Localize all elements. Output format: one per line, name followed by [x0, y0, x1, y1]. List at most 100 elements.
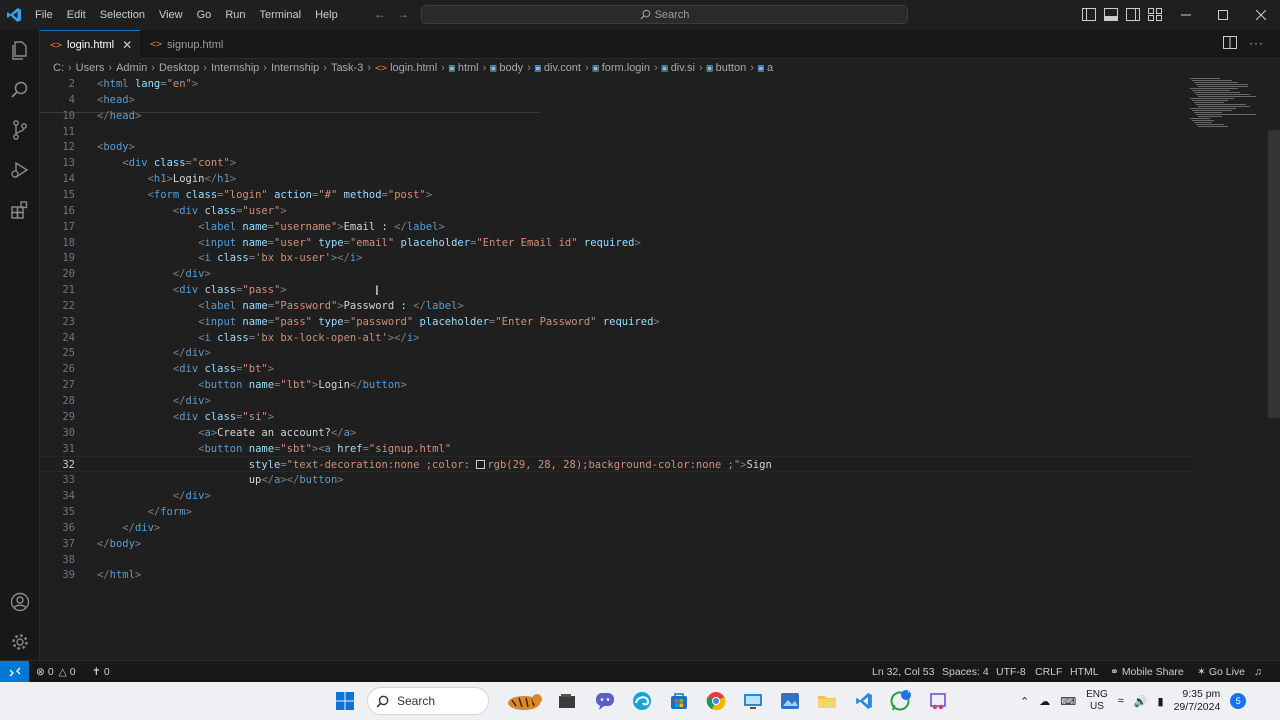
- vscode-taskbar-icon[interactable]: [852, 689, 876, 713]
- breadcrumb-item[interactable]: button: [716, 62, 747, 74]
- code-line[interactable]: 12 <body>: [40, 139, 1190, 155]
- code-line[interactable]: 21 <div class="pass">: [40, 282, 1190, 298]
- end-of-line[interactable]: CRLF: [1035, 661, 1062, 682]
- source-control-icon[interactable]: [0, 110, 40, 150]
- color-swatch[interactable]: [476, 460, 486, 470]
- breadcrumb-item[interactable]: C:: [53, 62, 64, 74]
- breadcrumb-item[interactable]: form.login: [602, 62, 650, 74]
- toggle-panel-icon[interactable]: [1104, 8, 1120, 22]
- ports-indicator[interactable]: ✝ 0: [92, 661, 110, 682]
- menu-run[interactable]: Run: [218, 0, 252, 30]
- battery-icon[interactable]: ▮: [1158, 695, 1164, 708]
- more-actions-icon[interactable]: ···: [1249, 36, 1264, 52]
- chrome-browser-icon[interactable]: [704, 689, 728, 713]
- extensions-icon[interactable]: [0, 190, 40, 230]
- tab-signup-html[interactable]: <> signup.html: [140, 30, 240, 59]
- code-line[interactable]: 4 <head>: [40, 92, 1190, 108]
- breadcrumb-item[interactable]: login.html: [390, 62, 437, 74]
- code-line[interactable]: 22 <label name="Password">Password : </l…: [40, 298, 1190, 314]
- code-line[interactable]: 19 <i class='bx bx-user'></i>: [40, 250, 1190, 266]
- back-arrow-icon[interactable]: ←: [374, 7, 386, 21]
- tab-login-html[interactable]: <> login.html ✕: [40, 30, 140, 59]
- mobile-share[interactable]: ⚭ Mobile Share: [1110, 661, 1184, 682]
- code-line[interactable]: 37 </body>: [40, 536, 1190, 552]
- breadcrumb-item[interactable]: div.cont: [544, 62, 581, 74]
- notifications-bell-icon[interactable]: ♫: [1254, 661, 1262, 682]
- search-view-icon[interactable]: [0, 70, 40, 110]
- menu-go[interactable]: Go: [190, 0, 219, 30]
- network-tray-icon[interactable]: ☁: [1039, 695, 1050, 708]
- run-debug-icon[interactable]: [0, 150, 40, 190]
- vertical-scrollbar[interactable]: [1268, 130, 1280, 418]
- breadcrumb-item[interactable]: Desktop: [159, 62, 199, 74]
- code-line[interactable]: 16 <div class="user">: [40, 203, 1190, 219]
- breadcrumb-item[interactable]: html: [458, 62, 479, 74]
- code-line[interactable]: 34 </div>: [40, 488, 1190, 504]
- problems-indicator[interactable]: ⊗ 0 △ 0: [36, 661, 76, 682]
- code-line[interactable]: 38: [40, 552, 1190, 568]
- code-line[interactable]: 33 up</a></button>: [40, 472, 1190, 488]
- code-line[interactable]: 13 <div class="cont">: [40, 155, 1190, 171]
- whatsapp-icon[interactable]: 7: [889, 686, 913, 713]
- folder-icon[interactable]: [815, 689, 839, 713]
- code-line[interactable]: 2 <html lang="en">: [40, 76, 1190, 92]
- customize-layout-icon[interactable]: [1148, 8, 1164, 22]
- wifi-icon[interactable]: ≈: [1118, 695, 1124, 707]
- copilot-chat-icon[interactable]: [593, 689, 617, 713]
- keyboard-icon[interactable]: ⌨: [1060, 695, 1076, 708]
- close-tab-icon[interactable]: ✕: [122, 38, 132, 52]
- breadcrumb-item[interactable]: Task-3: [331, 62, 363, 74]
- tiger-widget-icon[interactable]: [502, 689, 546, 713]
- code-line[interactable]: 29 <div class="si">: [40, 409, 1190, 425]
- menu-selection[interactable]: Selection: [93, 0, 152, 30]
- code-line[interactable]: 15 <form class="login" action="#" method…: [40, 187, 1190, 203]
- menu-file[interactable]: File: [28, 0, 60, 30]
- language-mode[interactable]: HTML: [1070, 661, 1099, 682]
- code-line[interactable]: 27 <button name="lbt">Login</button>: [40, 377, 1190, 393]
- breadcrumb-item[interactable]: div.si: [671, 62, 695, 74]
- remote-indicator-icon[interactable]: [0, 661, 29, 682]
- manage-gear-icon[interactable]: [0, 622, 40, 662]
- breadcrumb-item[interactable]: a: [767, 62, 773, 74]
- explorer-icon[interactable]: [0, 30, 40, 70]
- photos-icon[interactable]: [778, 689, 802, 713]
- code-line[interactable]: 39 </html>: [40, 567, 1190, 583]
- code-line[interactable]: 32 style="text-decoration:none ;color: r…: [40, 456, 1190, 473]
- code-line[interactable]: 11: [40, 124, 1190, 140]
- toggle-secondary-sidebar-icon[interactable]: [1126, 8, 1142, 22]
- file-manager-icon[interactable]: [555, 689, 579, 713]
- minimap[interactable]: [1190, 76, 1260, 136]
- taskbar-search[interactable]: Search: [367, 687, 489, 715]
- code-line[interactable]: 20 </div>: [40, 266, 1190, 282]
- menu-edit[interactable]: Edit: [60, 0, 93, 30]
- toggle-sidebar-icon[interactable]: [1082, 8, 1098, 22]
- code-line[interactable]: 26 <div class="bt">: [40, 361, 1190, 377]
- notification-center-badge[interactable]: 5: [1230, 693, 1247, 709]
- code-line[interactable]: 24 <i class='bx bx-lock-open-alt'></i>: [40, 330, 1190, 346]
- clock[interactable]: 9:35 pm 29/7/2024: [1174, 688, 1221, 714]
- breadcrumb-item[interactable]: body: [499, 62, 523, 74]
- code-line[interactable]: 31 <button name="sbt"><a href="signup.ht…: [40, 441, 1190, 457]
- code-line[interactable]: 28 </div>: [40, 393, 1190, 409]
- snipping-tool-icon[interactable]: [926, 689, 950, 713]
- cursor-position[interactable]: Ln 32, Col 53: [872, 661, 934, 682]
- breadcrumb-item[interactable]: Users: [76, 62, 105, 74]
- indentation[interactable]: Spaces: 4: [942, 661, 989, 682]
- minimize-icon[interactable]: [1166, 0, 1206, 30]
- forward-arrow-icon[interactable]: →: [397, 7, 409, 21]
- go-live-button[interactable]: ✶ Go Live: [1197, 661, 1245, 682]
- accounts-icon[interactable]: [0, 582, 40, 622]
- menu-help[interactable]: Help: [308, 0, 345, 30]
- code-line[interactable]: 35 </form>: [40, 504, 1190, 520]
- breadcrumb-item[interactable]: Internship: [271, 62, 319, 74]
- code-line[interactable]: 17 <label name="username">Email : </labe…: [40, 219, 1190, 235]
- code-line[interactable]: 14 <h1>Login</h1>: [40, 171, 1190, 187]
- code-editor[interactable]: 2 <html lang="en"> 4 <head> 10 </head> 11 12 <bo…: [40, 76, 1268, 660]
- windows-start-icon[interactable]: [333, 689, 357, 713]
- input-language[interactable]: ENG US: [1086, 689, 1108, 713]
- breadcrumb-item[interactable]: Internship: [211, 62, 259, 74]
- code-line[interactable]: 18 <input name="user" type="email" place…: [40, 235, 1190, 251]
- encoding[interactable]: UTF-8: [996, 661, 1026, 682]
- show-hidden-icons-chevron-icon[interactable]: ⌃: [1020, 695, 1029, 708]
- store-icon[interactable]: [667, 689, 691, 713]
